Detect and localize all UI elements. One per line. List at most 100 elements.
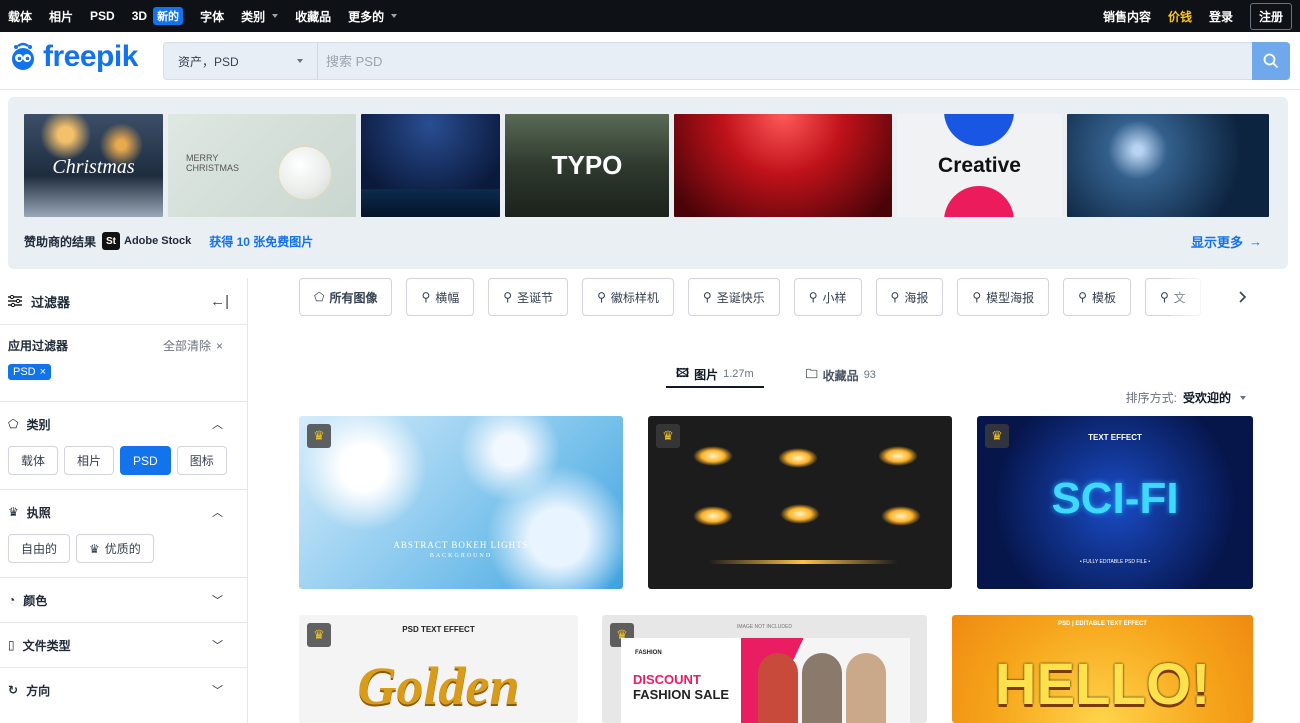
tag-all-images[interactable]: ⬠ 所有图像 bbox=[299, 278, 393, 316]
card-caption-main: HELLO! bbox=[994, 652, 1211, 717]
sponsored-thumb-merry-christmas-ornament[interactable]: MERRY CHRISTMAS bbox=[168, 114, 356, 217]
tag-poster-mockup[interactable]: ⚲ 模型海报 bbox=[957, 278, 1050, 316]
license-chip-free[interactable]: 自由的 bbox=[8, 534, 71, 563]
result-card-fashion-sale[interactable]: ♛ IMAGE NOT INCLUDED FASHION DISCOUNT FA… bbox=[602, 615, 927, 723]
tab-collections[interactable]: 🗀 收藏品 93 bbox=[806, 362, 876, 388]
nav-collections[interactable]: 收藏品 bbox=[295, 8, 331, 25]
logo-text: freepik bbox=[43, 40, 138, 73]
card-caption-line2: BACKGROUND bbox=[429, 553, 493, 559]
free-images-link[interactable]: 获得 10 张免费图片 bbox=[209, 233, 313, 250]
nav-psd[interactable]: PSD bbox=[90, 9, 115, 23]
premium-crown-badge: ♛ bbox=[656, 424, 680, 448]
chevron-down-icon bbox=[297, 59, 303, 63]
nav-categories[interactable]: 类别 bbox=[241, 8, 279, 25]
search-icon: ⚲ bbox=[702, 290, 712, 304]
sponsored-thumb-christmas-lights[interactable]: Christmas bbox=[24, 114, 163, 217]
tag-banner[interactable]: ⚲ 横幅 bbox=[406, 278, 475, 316]
collapse-sidebar-icon[interactable]: ←| bbox=[210, 293, 229, 310]
freepik-logo[interactable]: freepik bbox=[8, 40, 138, 74]
sort-value: 受欢迎的 bbox=[1182, 391, 1231, 405]
card-caption-line1: ABSTRACT BOKEH LIGHTS bbox=[393, 540, 529, 550]
category-chip-vectors[interactable]: 载体 bbox=[8, 446, 59, 475]
chevron-down-icon bbox=[272, 14, 279, 18]
tab-images[interactable]: 🖾 图片 1.27m bbox=[666, 362, 764, 388]
category-chip-photos[interactable]: 相片 bbox=[64, 446, 115, 475]
sort-control[interactable]: 排序方式: 受欢迎的 bbox=[1126, 389, 1246, 406]
chevron-down-icon: ﹀ bbox=[212, 595, 223, 607]
applied-filter-psd[interactable]: PSD × bbox=[8, 364, 52, 380]
nav-3d[interactable]: 3D 新的 bbox=[132, 7, 184, 25]
crown-icon: ♛ bbox=[8, 505, 19, 519]
filter-section-license: ♛ 执照 ︿ 自由的 ♛ 优质的 bbox=[0, 490, 247, 578]
sort-label: 排序方式: bbox=[1125, 391, 1177, 405]
color-toggle[interactable]: ◔ 颜色 ﹀ bbox=[8, 578, 239, 622]
sponsored-thumb-starry-night[interactable] bbox=[361, 114, 500, 217]
freepik-logo-icon bbox=[12, 42, 34, 70]
tag-logo-mockup[interactable]: ⚲ 徽标样机 bbox=[582, 278, 674, 316]
tag-merry-christmas[interactable]: ⚲ 圣诞快乐 bbox=[687, 278, 780, 316]
sell-content-link[interactable]: 销售内容 bbox=[1103, 8, 1151, 25]
applied-filters: 应用过滤器 全部清除 × PSD × bbox=[0, 325, 247, 402]
thumb-text-creative: Creative bbox=[938, 154, 1021, 177]
search-button[interactable] bbox=[1252, 42, 1290, 80]
card-caption-top: TEXT EFFECT bbox=[1088, 433, 1142, 442]
fashion-sale: FASHION SALE bbox=[633, 687, 730, 702]
chevron-up-icon: ︿ bbox=[212, 419, 223, 431]
license-toggle[interactable]: ♛ 执照 ︿ bbox=[8, 490, 239, 534]
card-caption-top: PSD | EDITABLE TEXT EFFECT bbox=[1058, 621, 1147, 627]
crown-icon: ♛ bbox=[89, 541, 100, 556]
register-button[interactable]: 注册 bbox=[1249, 2, 1292, 30]
fashion-discount: DISCOUNT bbox=[633, 672, 701, 687]
result-card-bokeh[interactable]: ♛ ABSTRACT BOKEH LIGHTS BACKGROUND bbox=[299, 416, 623, 589]
category-chip-psd[interactable]: PSD bbox=[120, 446, 171, 475]
search-scope-dropdown[interactable]: 资产，PSD bbox=[164, 43, 318, 79]
arrow-right-icon: → bbox=[1249, 234, 1262, 249]
filter-section-color: ◔ 颜色 ﹀ bbox=[0, 578, 247, 623]
category-chip-icons[interactable]: 图标 bbox=[176, 446, 227, 475]
filters-sidebar: 过滤器 ←| 应用过滤器 全部清除 × PSD × ⬠ 类别 ︿ 载体 相片 PSD … bbox=[0, 278, 248, 723]
image-icon: 🖾 bbox=[676, 365, 690, 380]
chevron-down-icon: ﹀ bbox=[212, 685, 223, 697]
top-nav-left: 载体 相片 PSD 3D 新的 字体 类别 收藏品 更多的 bbox=[8, 7, 398, 25]
license-title: 执照 bbox=[26, 505, 51, 520]
category-toggle[interactable]: ⬠ 类别 ︿ bbox=[8, 402, 239, 446]
show-more-link[interactable]: 显示更多 → bbox=[1191, 232, 1262, 251]
filetype-toggle[interactable]: ▯ 文件类型 ﹀ bbox=[8, 623, 239, 667]
result-card-golden[interactable]: ♛ PSD TEXT EFFECT Golden bbox=[299, 615, 578, 723]
tag-christmas[interactable]: ⚲ 圣诞节 bbox=[488, 278, 569, 316]
nav-photos[interactable]: 相片 bbox=[49, 8, 73, 25]
top-nav-bar: 载体 相片 PSD 3D 新的 字体 类别 收藏品 更多的 销售内容 价钱 登录 … bbox=[0, 0, 1300, 32]
clear-all-button[interactable]: 全部清除 × bbox=[163, 337, 239, 354]
thumb-text-typo: TYPO bbox=[551, 150, 623, 180]
card-caption-main: SCI-FI bbox=[1051, 474, 1179, 523]
orientation-toggle[interactable]: ↻ 方向 ﹀ bbox=[8, 668, 239, 712]
sponsored-thumb-creative[interactable]: Creative bbox=[897, 114, 1062, 217]
filters-title: 过滤器 bbox=[31, 294, 71, 310]
sponsored-thumb-red-sparkles[interactable] bbox=[674, 114, 892, 217]
search-input[interactable] bbox=[318, 43, 1252, 79]
tags-next-button[interactable] bbox=[1237, 290, 1249, 309]
login-link[interactable]: 登录 bbox=[1209, 8, 1233, 25]
result-card-hello[interactable]: PSD | EDITABLE TEXT EFFECT HELLO! bbox=[952, 615, 1253, 723]
tag-poster[interactable]: ⚲ 海报 bbox=[875, 278, 944, 316]
new-badge: 新的 bbox=[153, 7, 184, 25]
nav-more[interactable]: 更多的 bbox=[348, 8, 398, 25]
search-icon: ⚲ bbox=[1078, 290, 1087, 304]
pricing-link[interactable]: 价钱 bbox=[1168, 8, 1192, 25]
sponsored-thumb-typo[interactable]: TYPO bbox=[505, 114, 669, 217]
adobe-stock-icon: St bbox=[102, 232, 121, 250]
tag-template[interactable]: ⚲ 模板 bbox=[1063, 278, 1131, 316]
tag-mockup[interactable]: ⚲ 小样 bbox=[793, 278, 862, 316]
result-card-light-flares[interactable]: ♛ bbox=[648, 416, 952, 589]
card-caption-top: IMAGE NOT INCLUDED bbox=[737, 624, 792, 630]
sponsored-thumb-nativity-star[interactable] bbox=[1067, 114, 1269, 217]
license-chip-premium[interactable]: ♛ 优质的 bbox=[76, 534, 154, 563]
card-caption-main: Golden bbox=[357, 656, 520, 716]
header: freepik 资产，PSD bbox=[0, 32, 1300, 90]
result-card-sci-fi[interactable]: ♛ TEXT EFFECT SCI-FI • FULLY EDITABLE PS… bbox=[977, 416, 1253, 589]
nav-vectors[interactable]: 载体 bbox=[8, 8, 32, 25]
card-caption-bottom: • FULLY EDITABLE PSD FILE • bbox=[1079, 559, 1151, 565]
nav-fonts[interactable]: 字体 bbox=[200, 8, 224, 25]
search-icon: ⚲ bbox=[421, 290, 431, 304]
filter-section-category: ⬠ 类别 ︿ 载体 相片 PSD 图标 bbox=[0, 402, 247, 490]
